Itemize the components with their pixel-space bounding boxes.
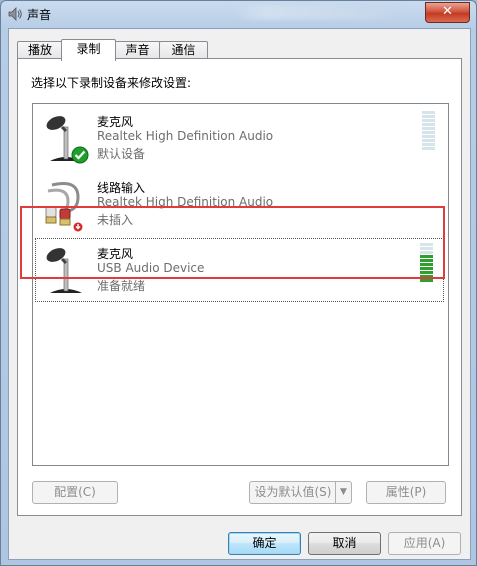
recording-tab-panel: 选择以下录制设备来修改设置: 麦克风 Realtek High Definiti… <box>17 58 462 516</box>
device-item-line-in[interactable]: 线路输入 Realtek High Definition Audio 未插入 <box>36 173 445 235</box>
meter-segment <box>422 115 435 118</box>
device-list[interactable]: 麦克风 Realtek High Definition Audio 默认设备 线… <box>32 103 449 466</box>
device-name: 麦克风 <box>97 115 134 129</box>
tab-communications[interactable]: 通信 <box>159 41 208 59</box>
set-default-button[interactable]: 设为默认值(S) ▼ <box>249 481 352 504</box>
meter-segment <box>420 259 433 262</box>
device-description: Realtek High Definition Audio <box>97 195 274 209</box>
meter-segment <box>420 267 433 270</box>
device-item-microphone-usb[interactable]: 麦克风 USB Audio Device 准备就绪 <box>35 238 444 302</box>
meter-segment <box>422 143 435 146</box>
meter-segment <box>422 147 435 150</box>
instruction-text: 选择以下录制设备来修改设置: <box>31 76 192 90</box>
sound-dialog: 声音 ✕ 播放 录制 声音 通信 选择以下录制设备来修改设置: 麦克风 Real… <box>0 0 477 566</box>
meter-segment <box>420 263 433 266</box>
window-title: 声音 <box>27 8 52 22</box>
configure-button[interactable]: 配置(C) <box>32 481 118 504</box>
title-bar[interactable]: 声音 ✕ <box>1 1 476 27</box>
dialog-client-area: 播放 录制 声音 通信 选择以下录制设备来修改设置: 麦克风 Realtek H… <box>8 28 471 560</box>
meter-segment <box>420 275 433 278</box>
blurred-region <box>231 5 401 19</box>
device-name: 线路输入 <box>97 181 146 195</box>
tab-recording[interactable]: 录制 <box>61 39 116 61</box>
device-status: 默认设备 <box>97 147 146 161</box>
speaker-icon <box>8 7 22 21</box>
meter-segment <box>420 247 433 250</box>
device-description: Realtek High Definition Audio <box>97 129 274 143</box>
device-name: 麦克风 <box>97 247 134 261</box>
meter-segment <box>422 127 435 130</box>
device-status: 准备就绪 <box>97 279 146 293</box>
meter-segment <box>420 243 433 246</box>
line-in-cable-icon <box>45 182 84 233</box>
ok-button[interactable]: 确定 <box>228 532 301 555</box>
meter-segment <box>422 111 435 114</box>
level-meter <box>422 111 435 151</box>
meter-segment <box>420 251 433 254</box>
meter-segment <box>422 135 435 138</box>
meter-segment <box>422 123 435 126</box>
unplugged-icon <box>72 221 84 233</box>
set-default-label: 设为默认值(S) <box>254 485 332 499</box>
level-meter <box>420 243 433 283</box>
microphone-icon <box>46 116 89 164</box>
close-button[interactable]: ✕ <box>425 2 470 23</box>
microphone-icon <box>46 248 82 293</box>
default-check-icon <box>71 146 89 164</box>
meter-segment <box>420 279 433 282</box>
meter-segment <box>422 131 435 134</box>
tab-playback[interactable]: 播放 <box>17 41 63 59</box>
meter-segment <box>422 139 435 142</box>
meter-segment <box>422 119 435 122</box>
cancel-button[interactable]: 取消 <box>308 532 381 555</box>
device-description: USB Audio Device <box>97 261 205 275</box>
tab-sounds[interactable]: 声音 <box>114 41 161 59</box>
meter-segment <box>420 255 433 258</box>
meter-segment <box>420 271 433 274</box>
apply-button[interactable]: 应用(A) <box>388 532 461 555</box>
device-status: 未插入 <box>97 213 134 227</box>
chevron-down-icon[interactable]: ▼ <box>335 482 351 503</box>
device-item-microphone-realtek[interactable]: 麦克风 Realtek High Definition Audio 默认设备 <box>36 107 445 169</box>
properties-button[interactable]: 属性(P) <box>366 481 446 504</box>
